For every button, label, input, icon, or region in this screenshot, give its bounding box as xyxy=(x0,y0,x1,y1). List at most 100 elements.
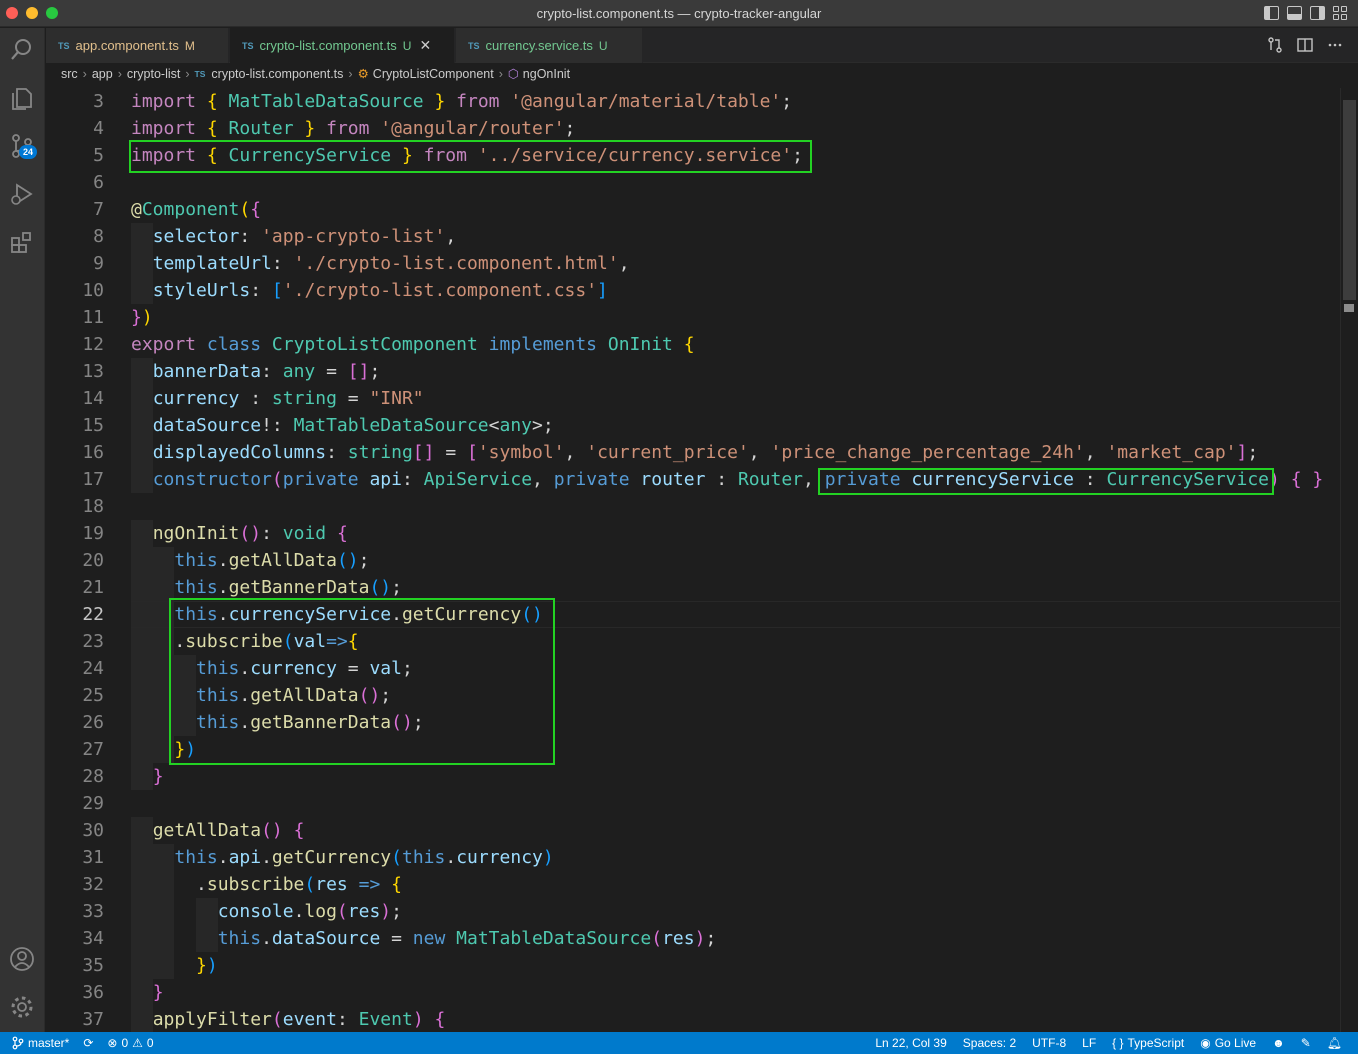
code-token: () xyxy=(239,523,262,544)
extensions-icon[interactable] xyxy=(8,228,36,256)
code-line[interactable]: 19 ngOnInit(): void { xyxy=(46,520,1340,547)
code-token: getBannerData xyxy=(228,577,370,598)
tab-app-component[interactable]: TS app.component.ts M xyxy=(46,28,229,63)
code-line[interactable]: 33 console.log(res); xyxy=(46,898,1340,925)
split-editor-icon[interactable] xyxy=(1296,36,1314,54)
customize-layout-icon[interactable] xyxy=(1333,6,1348,20)
problems-indicator[interactable]: ⊗ 0 ⚠ 0 xyxy=(107,1032,153,1054)
code-line[interactable]: 31 this.api.getCurrency(this.currency) xyxy=(46,844,1340,871)
code-line[interactable]: 6 xyxy=(46,169,1340,196)
code-line[interactable]: 18 xyxy=(46,493,1340,520)
code-line[interactable]: 30 getAllData() { xyxy=(46,817,1340,844)
branch-indicator[interactable]: master* xyxy=(12,1032,69,1054)
open-changes-icon[interactable] xyxy=(1266,36,1284,54)
code-line[interactable]: 11}) xyxy=(46,304,1340,331)
code-token: bannerData xyxy=(152,361,262,382)
code-line[interactable]: 28 } xyxy=(46,763,1340,790)
line-number: 6 xyxy=(93,172,104,193)
code-line[interactable]: 32 .subscribe(res => { xyxy=(46,871,1340,898)
code-line[interactable]: 20 this.getAllData(); xyxy=(46,547,1340,574)
code-token: private xyxy=(282,469,370,490)
code-line[interactable]: 16 displayedColumns: string[] = ['symbol… xyxy=(46,439,1340,466)
more-actions-icon[interactable] xyxy=(1326,36,1344,54)
close-tab-icon[interactable]: ✕ xyxy=(419,37,431,53)
code-line[interactable]: 12 export class CryptoListComponent imple… xyxy=(46,331,1340,358)
feedback-icon[interactable]: ✎ xyxy=(1301,1032,1311,1054)
breadcrumb-app[interactable]: app xyxy=(92,67,113,81)
code-token: ApiService xyxy=(423,469,533,490)
editor-scrollbar[interactable] xyxy=(1340,88,1358,1032)
code-line[interactable]: 34 this.dataSource = new MatTableDataSou… xyxy=(46,925,1340,952)
code-token: : xyxy=(271,253,294,274)
code-token: [] xyxy=(412,442,435,463)
code-line[interactable]: 37 applyFilter(event: Event) { xyxy=(46,1006,1340,1032)
sync-icon[interactable]: ⟳ xyxy=(83,1032,93,1054)
code-line[interactable]: 21 this.getBannerData(); xyxy=(46,574,1340,601)
tab-currency-service[interactable]: TS currency.service.ts U xyxy=(456,28,643,63)
code-editor[interactable]: 3 import { MatTableDataSource } from '@an… xyxy=(46,88,1340,1032)
explorer-icon[interactable] xyxy=(8,84,36,112)
code-line[interactable]: 14 currency : string = "INR" xyxy=(46,385,1340,412)
code-line[interactable]: 13 bannerData: any = []; xyxy=(46,358,1340,385)
code-line[interactable]: 36 } xyxy=(46,979,1340,1006)
encoding[interactable]: UTF-8 xyxy=(1032,1032,1066,1054)
language-mode[interactable]: { } TypeScript xyxy=(1112,1032,1184,1054)
code-line[interactable]: 10 styleUrls: ['./crypto-list.component.… xyxy=(46,277,1340,304)
account-icon[interactable] xyxy=(8,945,36,973)
code-token: { xyxy=(250,199,262,220)
run-debug-icon[interactable] xyxy=(8,180,36,208)
line-code: templateUrl: './crypto-list.component.ht… xyxy=(131,250,630,277)
code-token: currency xyxy=(456,847,543,868)
search-icon[interactable] xyxy=(8,36,36,64)
cursor-position[interactable]: Ln 22, Col 39 xyxy=(875,1032,946,1054)
code-line[interactable]: 9 templateUrl: './crypto-list.component.… xyxy=(46,250,1340,277)
toggle-panel-icon[interactable] xyxy=(1287,6,1302,20)
typescript-file-icon: TS xyxy=(194,69,206,79)
code-line[interactable]: 15 dataSource!: MatTableDataSource<any>; xyxy=(46,412,1340,439)
code-line[interactable]: 35 }) xyxy=(46,952,1340,979)
breadcrumb-class[interactable]: CryptoListComponent xyxy=(373,67,494,81)
code-token: Component xyxy=(141,199,240,220)
scrollbar-thumb[interactable] xyxy=(1343,100,1356,300)
code-token: MatTableDataSource xyxy=(456,928,652,949)
code-line[interactable]: 29 xyxy=(46,790,1340,817)
line-code: displayedColumns: string[] = ['symbol', … xyxy=(131,439,1259,466)
code-line[interactable]: 7 @Component({ xyxy=(46,196,1340,223)
tab-crypto-list-component[interactable]: TS crypto-list.component.ts U ✕ xyxy=(230,28,455,63)
code-token: 'symbol' xyxy=(477,442,565,463)
line-number: 16 xyxy=(82,442,104,463)
code-token: [ xyxy=(271,280,283,301)
code-line[interactable]: 4 import { Router } from '@angular/router… xyxy=(46,115,1340,142)
toggle-secondary-sidebar-icon[interactable] xyxy=(1310,6,1325,20)
code-line[interactable]: 8 selector: 'app-crypto-list', xyxy=(46,223,1340,250)
code-token: } xyxy=(131,307,142,328)
go-live-button[interactable]: ◉ Go Live xyxy=(1200,1032,1256,1054)
code-token: private xyxy=(553,469,641,490)
code-token: ) xyxy=(542,847,554,868)
settings-gear-icon[interactable] xyxy=(8,993,36,1021)
code-token: this xyxy=(174,550,218,571)
line-code: selector: 'app-crypto-list', xyxy=(131,223,456,250)
notifications-bell-icon[interactable]: 🔔︎ xyxy=(1327,1032,1342,1054)
toggle-sidebar-icon[interactable] xyxy=(1264,6,1279,20)
breadcrumb-method[interactable]: ngOnInit xyxy=(523,67,570,81)
line-number: 23 xyxy=(82,631,104,652)
indentation[interactable]: Spaces: 2 xyxy=(963,1032,1016,1054)
code-token: '@angular/router' xyxy=(380,118,565,139)
breadcrumb-file[interactable]: crypto-list.component.ts xyxy=(211,67,343,81)
end-of-line[interactable]: LF xyxy=(1082,1032,1096,1054)
breadcrumb-src[interactable]: src xyxy=(61,67,78,81)
breadcrumb-crypto-list[interactable]: crypto-list xyxy=(127,67,180,81)
activity-bar: 24 xyxy=(0,28,45,1032)
code-line[interactable]: 3 import { MatTableDataSource } from '@an… xyxy=(46,88,1340,115)
code-token: ; xyxy=(369,361,381,382)
copilot-icon[interactable]: ☻ xyxy=(1272,1032,1285,1054)
code-token: selector xyxy=(152,226,240,247)
